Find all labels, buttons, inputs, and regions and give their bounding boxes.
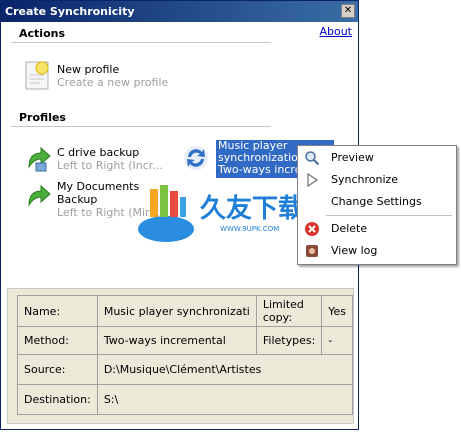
- details-table: Name: Music player synchronizati Limited…: [17, 295, 354, 415]
- log-icon: [306, 245, 318, 257]
- new-profile-subtitle: Create a new profile: [57, 76, 169, 89]
- play-icon: [307, 172, 319, 188]
- profiles-heading: Profiles: [19, 111, 66, 124]
- menu-item-change-settings[interactable]: Change Settings: [298, 192, 456, 212]
- svg-text:WWW.9UPK.COM: WWW.9UPK.COM: [220, 225, 279, 233]
- title-bar[interactable]: Create Synchronicity ✕: [1, 1, 358, 22]
- profile-details-panel: Name: Music player synchronizati Limited…: [7, 288, 354, 424]
- profile-my-documents-title-line2[interactable]: Backup: [57, 193, 97, 206]
- menu-item-synchronize[interactable]: Synchronize: [298, 170, 456, 190]
- detail-limited-value: Yes: [321, 295, 354, 327]
- context-menu: Preview Synchronize Change Settings Dele…: [297, 145, 457, 265]
- detail-name-label: Name:: [17, 295, 98, 327]
- detail-destination-value: S:\: [96, 384, 354, 415]
- new-profile-icon[interactable]: [25, 61, 51, 91]
- window-title: Create Synchronicity: [5, 5, 135, 18]
- delete-icon: [305, 222, 319, 236]
- detail-source-label: Source:: [17, 354, 98, 385]
- detail-destination-label: Destination:: [17, 384, 98, 415]
- menu-item-preview[interactable]: Preview: [298, 148, 456, 168]
- new-profile-title[interactable]: New profile: [57, 63, 119, 76]
- menu-item-delete[interactable]: Delete: [298, 219, 456, 239]
- profile-my-documents-title[interactable]: My Documents: [57, 180, 139, 193]
- close-button[interactable]: ✕: [341, 4, 355, 18]
- actions-heading: Actions: [19, 27, 65, 40]
- about-link[interactable]: About: [319, 25, 352, 38]
- profile-sync-icon[interactable]: [25, 145, 53, 173]
- detail-source-value: D:\Musique\Clément\Artistes: [96, 354, 354, 385]
- detail-filetypes-label: Filetypes:: [255, 326, 323, 355]
- detail-method-label: Method:: [17, 326, 98, 355]
- profile-c-drive-title[interactable]: C drive backup: [57, 146, 139, 159]
- profile-two-way-sync-icon[interactable]: [182, 144, 210, 172]
- detail-method-value: Two-ways incremental: [96, 326, 257, 355]
- actions-divider: [11, 42, 271, 43]
- menu-separator: [326, 215, 452, 216]
- detail-limited-label: Limited copy:: [255, 295, 323, 327]
- profile-c-drive-subtitle: Left to Right (Incr...: [57, 159, 163, 172]
- profile-mirror-icon[interactable]: [25, 183, 53, 211]
- magnifier-icon: [305, 151, 320, 166]
- detail-filetypes-value: -: [321, 326, 354, 355]
- menu-item-view-log[interactable]: View log: [298, 241, 456, 261]
- detail-name-value: Music player synchronizati: [96, 295, 257, 327]
- svg-text:久友下载: 久友下载: [200, 194, 304, 224]
- profiles-divider: [11, 126, 271, 127]
